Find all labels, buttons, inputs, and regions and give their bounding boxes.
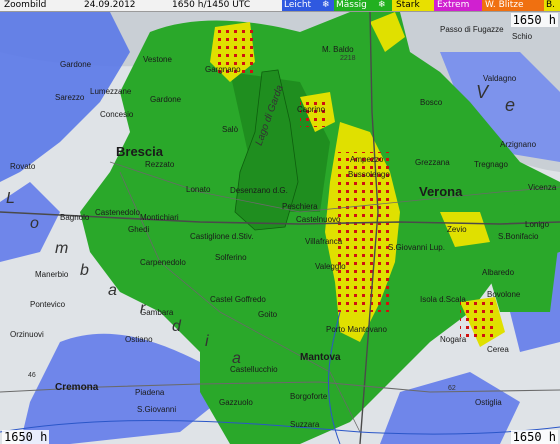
place-caprino: Caprino	[297, 105, 326, 114]
place-nogara: Nogara	[440, 335, 467, 344]
region-letter: a	[108, 282, 117, 299]
legend-extreme: Extrem	[434, 0, 482, 11]
place-desenzano: Desenzano d.G.	[230, 186, 288, 195]
date-label: 24.09.2012	[84, 0, 136, 10]
place-s-bonifacio: S.Bonifacio	[498, 232, 539, 241]
legend-light: Leicht ❄	[282, 0, 334, 11]
place-porto-mantovano: Porto Mantovano	[326, 325, 387, 334]
place-cerea: Cerea	[487, 345, 509, 354]
place-castel-goffredo: Castel Goffredo	[210, 295, 266, 304]
altitude-top-right: 1650 h	[510, 13, 558, 27]
place-sarezzo: Sarezzo	[55, 93, 85, 102]
place-suzzara: Suzzara	[290, 420, 320, 429]
mode-label: Zoombild	[4, 0, 47, 10]
place-salo: Salò	[222, 125, 239, 134]
place-zevio: Zevio	[447, 225, 467, 234]
region-letter: b	[80, 262, 89, 279]
place-brescia: Brescia	[116, 144, 163, 159]
place-m-baldo: M. Baldo	[322, 45, 354, 54]
legend-lightning: W. Blitze	[482, 0, 544, 11]
place-ostiglia: Ostiglia	[475, 398, 502, 407]
place-castelnuovo: Castelnuovo	[296, 215, 341, 224]
place-borgoforte: Borgoforte	[290, 392, 328, 401]
altitude-bottom-left: 1650 h	[2, 430, 50, 444]
place-peschiera: Peschiera	[282, 202, 318, 211]
place-vicenza: Vicenza	[528, 183, 557, 192]
place-passo-di-fugazze: Passo di Fugazze	[440, 25, 504, 34]
region-letter: m	[55, 240, 69, 257]
place-valeggio: Valeggio	[315, 262, 346, 271]
place-lonigo: Lonigo	[525, 220, 550, 229]
place-lumezzane: Lumezzane	[90, 87, 132, 96]
place-pontevico: Pontevico	[30, 300, 66, 309]
place-gardone: Gardone	[60, 60, 92, 69]
place-ghedi: Ghedi	[128, 225, 150, 234]
top-status-bar: Zoombild 24.09.2012 1650 h/1450 UTC Leic…	[0, 0, 560, 12]
place-s-giovanni-lup: S.Giovanni Lup.	[388, 243, 445, 252]
place-s-giovanni: S.Giovanni	[137, 405, 177, 414]
snowflake-icon: ❄	[322, 0, 330, 10]
radar-map-view: { "header": { "mode": "Zoombild", "date"…	[0, 0, 560, 444]
place-rovato: Rovato	[10, 162, 36, 171]
place-concesio: Concesio	[100, 110, 134, 119]
place-tregnago: Tregnago	[474, 160, 508, 169]
place-albaredo: Albaredo	[482, 268, 515, 277]
place-bosco: Bosco	[420, 98, 443, 107]
place-piadena: Piadena	[135, 388, 165, 397]
place-lonato: Lonato	[186, 185, 211, 194]
place-schio: Schio	[512, 32, 533, 41]
snowflake-icon: ❄	[378, 0, 386, 10]
place-goito: Goito	[258, 310, 278, 319]
place-bussolengo: Bussolengo	[348, 170, 390, 179]
place-montichiari: Montichiari	[140, 213, 179, 222]
place-ampezzo: Ampezzo	[350, 155, 384, 164]
place-gardone2: Gardone	[150, 95, 182, 104]
place-verona: Verona	[419, 184, 463, 199]
road-number: 62	[448, 385, 456, 392]
place-bovolone: Bovolone	[487, 290, 521, 299]
region-letter: L	[6, 190, 15, 207]
place-gazzuolo: Gazzuolo	[219, 398, 253, 407]
place-gargnano: Gargnano	[205, 65, 241, 74]
place-castiglione: Castiglione d.Stiv.	[190, 232, 254, 241]
place-ostiano: Ostiano	[125, 335, 153, 344]
legend-b: B.	[544, 0, 560, 11]
legend-moderate: Mässig ❄	[334, 0, 392, 11]
region-letter: i	[205, 333, 209, 350]
region-letter: d	[172, 318, 181, 335]
place-carpenedolo: Carpenedolo	[140, 258, 186, 267]
legend-strong: Stark	[392, 0, 434, 11]
place-orzinuovi: Orzinuovi	[10, 330, 44, 339]
time-label: 1650 h/1450 UTC	[172, 0, 251, 10]
region-letter: V	[476, 82, 489, 102]
region-letter: e	[505, 95, 516, 115]
place-villafranca: Villafranca	[305, 237, 343, 246]
elevation-number: 2218	[340, 55, 356, 62]
place-grezzana: Grezzana	[415, 158, 450, 167]
place-isola-d-scala: Isola d.Scala	[420, 295, 466, 304]
radar-map	[0, 12, 560, 444]
place-vestone: Vestone	[143, 55, 172, 64]
region-letter: o	[30, 215, 39, 232]
place-mantova: Mantova	[300, 352, 341, 363]
region-letter: a	[232, 350, 241, 367]
place-arzignano: Arzignano	[500, 140, 537, 149]
place-cremona: Cremona	[55, 382, 99, 393]
place-manerbio: Manerbio	[35, 270, 69, 279]
place-bagnolo: Bagnolo	[60, 213, 90, 222]
place-rezzato: Rezzato	[145, 160, 175, 169]
altitude-bottom-right: 1650 h	[510, 430, 558, 444]
region-letter: r	[140, 300, 146, 317]
place-solferino: Solferino	[215, 253, 247, 262]
road-number: 46	[28, 372, 36, 379]
place-castenedolo: Castenedolo	[95, 208, 140, 217]
